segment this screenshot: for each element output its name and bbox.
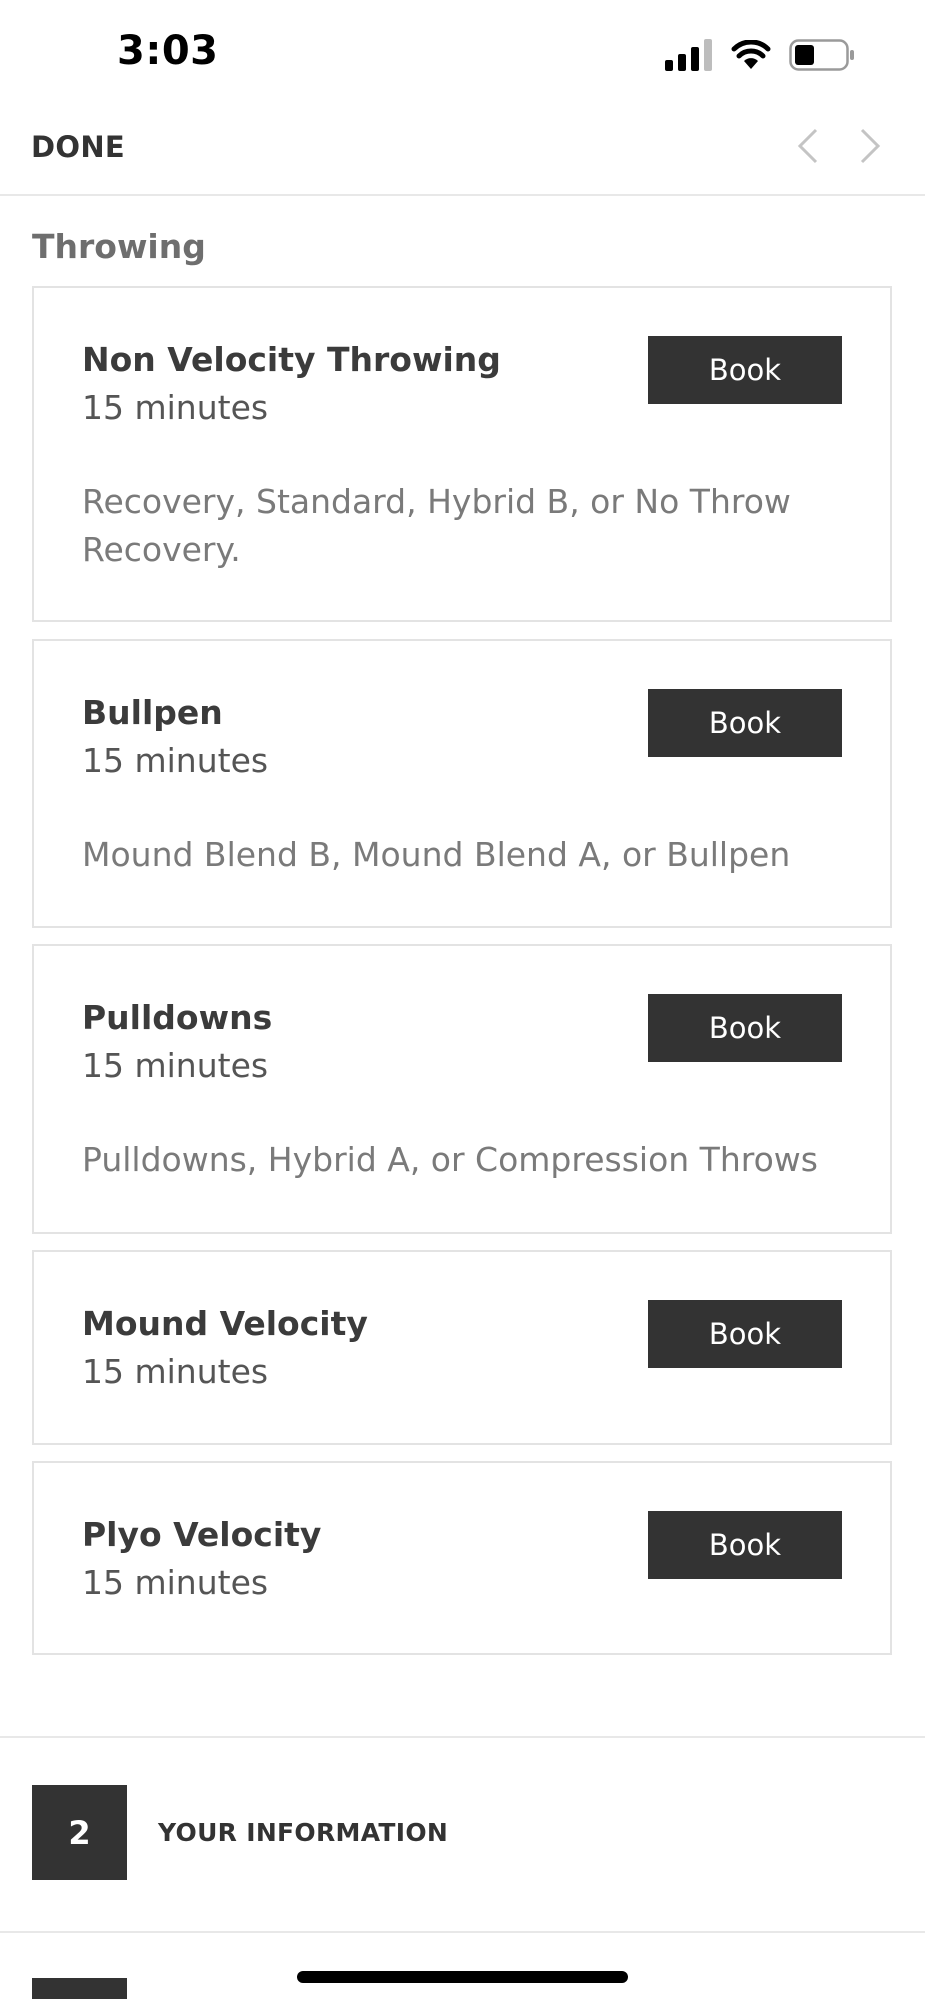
book-button[interactable]: Book [648, 1300, 842, 1368]
next-button[interactable] [850, 124, 890, 168]
battery-icon [789, 39, 854, 71]
book-button[interactable]: Book [648, 1511, 842, 1579]
step-number: 2 [32, 1785, 127, 1880]
status-time: 3:03 [117, 28, 219, 74]
service-card: Bullpen 15 minutes Mound Blend B, Mound … [32, 639, 892, 928]
service-title: Non Velocity Throwing [82, 340, 501, 379]
service-duration: 15 minutes [82, 1046, 269, 1085]
service-duration: 15 minutes [82, 1563, 269, 1602]
wifi-icon [731, 40, 771, 69]
signal-icon [665, 39, 712, 71]
service-duration: 15 minutes [82, 1352, 269, 1391]
service-description: Pulldowns, Hybrid A, or Compression Thro… [82, 1140, 818, 1179]
status-bar: 3:03 [0, 0, 925, 110]
chevron-right-icon [860, 128, 881, 164]
divider [0, 1931, 925, 1933]
step-number-next [32, 1978, 127, 1999]
step-label[interactable]: YOUR INFORMATION [158, 1818, 448, 1847]
service-card: Non Velocity Throwing 15 minutes Recover… [32, 286, 892, 622]
divider [0, 1736, 925, 1738]
book-button[interactable]: Book [648, 689, 842, 757]
service-title: Bullpen [82, 693, 223, 732]
book-button[interactable]: Book [648, 994, 842, 1062]
service-card: Plyo Velocity 15 minutes Book [32, 1461, 892, 1655]
home-indicator [297, 1971, 628, 1983]
service-duration: 15 minutes [82, 388, 269, 427]
service-description: Mound Blend B, Mound Blend A, or Bullpen [82, 835, 791, 874]
done-button[interactable]: DONE [31, 130, 125, 164]
chevron-left-icon [797, 128, 818, 164]
book-button[interactable]: Book [648, 336, 842, 404]
service-title: Mound Velocity [82, 1304, 368, 1343]
nav-bar: DONE [0, 110, 925, 196]
service-title: Plyo Velocity [82, 1515, 322, 1554]
service-card: Mound Velocity 15 minutes Book [32, 1250, 892, 1445]
service-card: Pulldowns 15 minutes Pulldowns, Hybrid A… [32, 944, 892, 1234]
service-description: Recovery, Standard, Hybrid B, or No Thro… [82, 482, 791, 569]
service-duration: 15 minutes [82, 741, 269, 780]
section-title: Throwing [32, 227, 206, 266]
service-title: Pulldowns [82, 998, 273, 1037]
status-icons [665, 38, 855, 72]
previous-button[interactable] [788, 124, 828, 168]
